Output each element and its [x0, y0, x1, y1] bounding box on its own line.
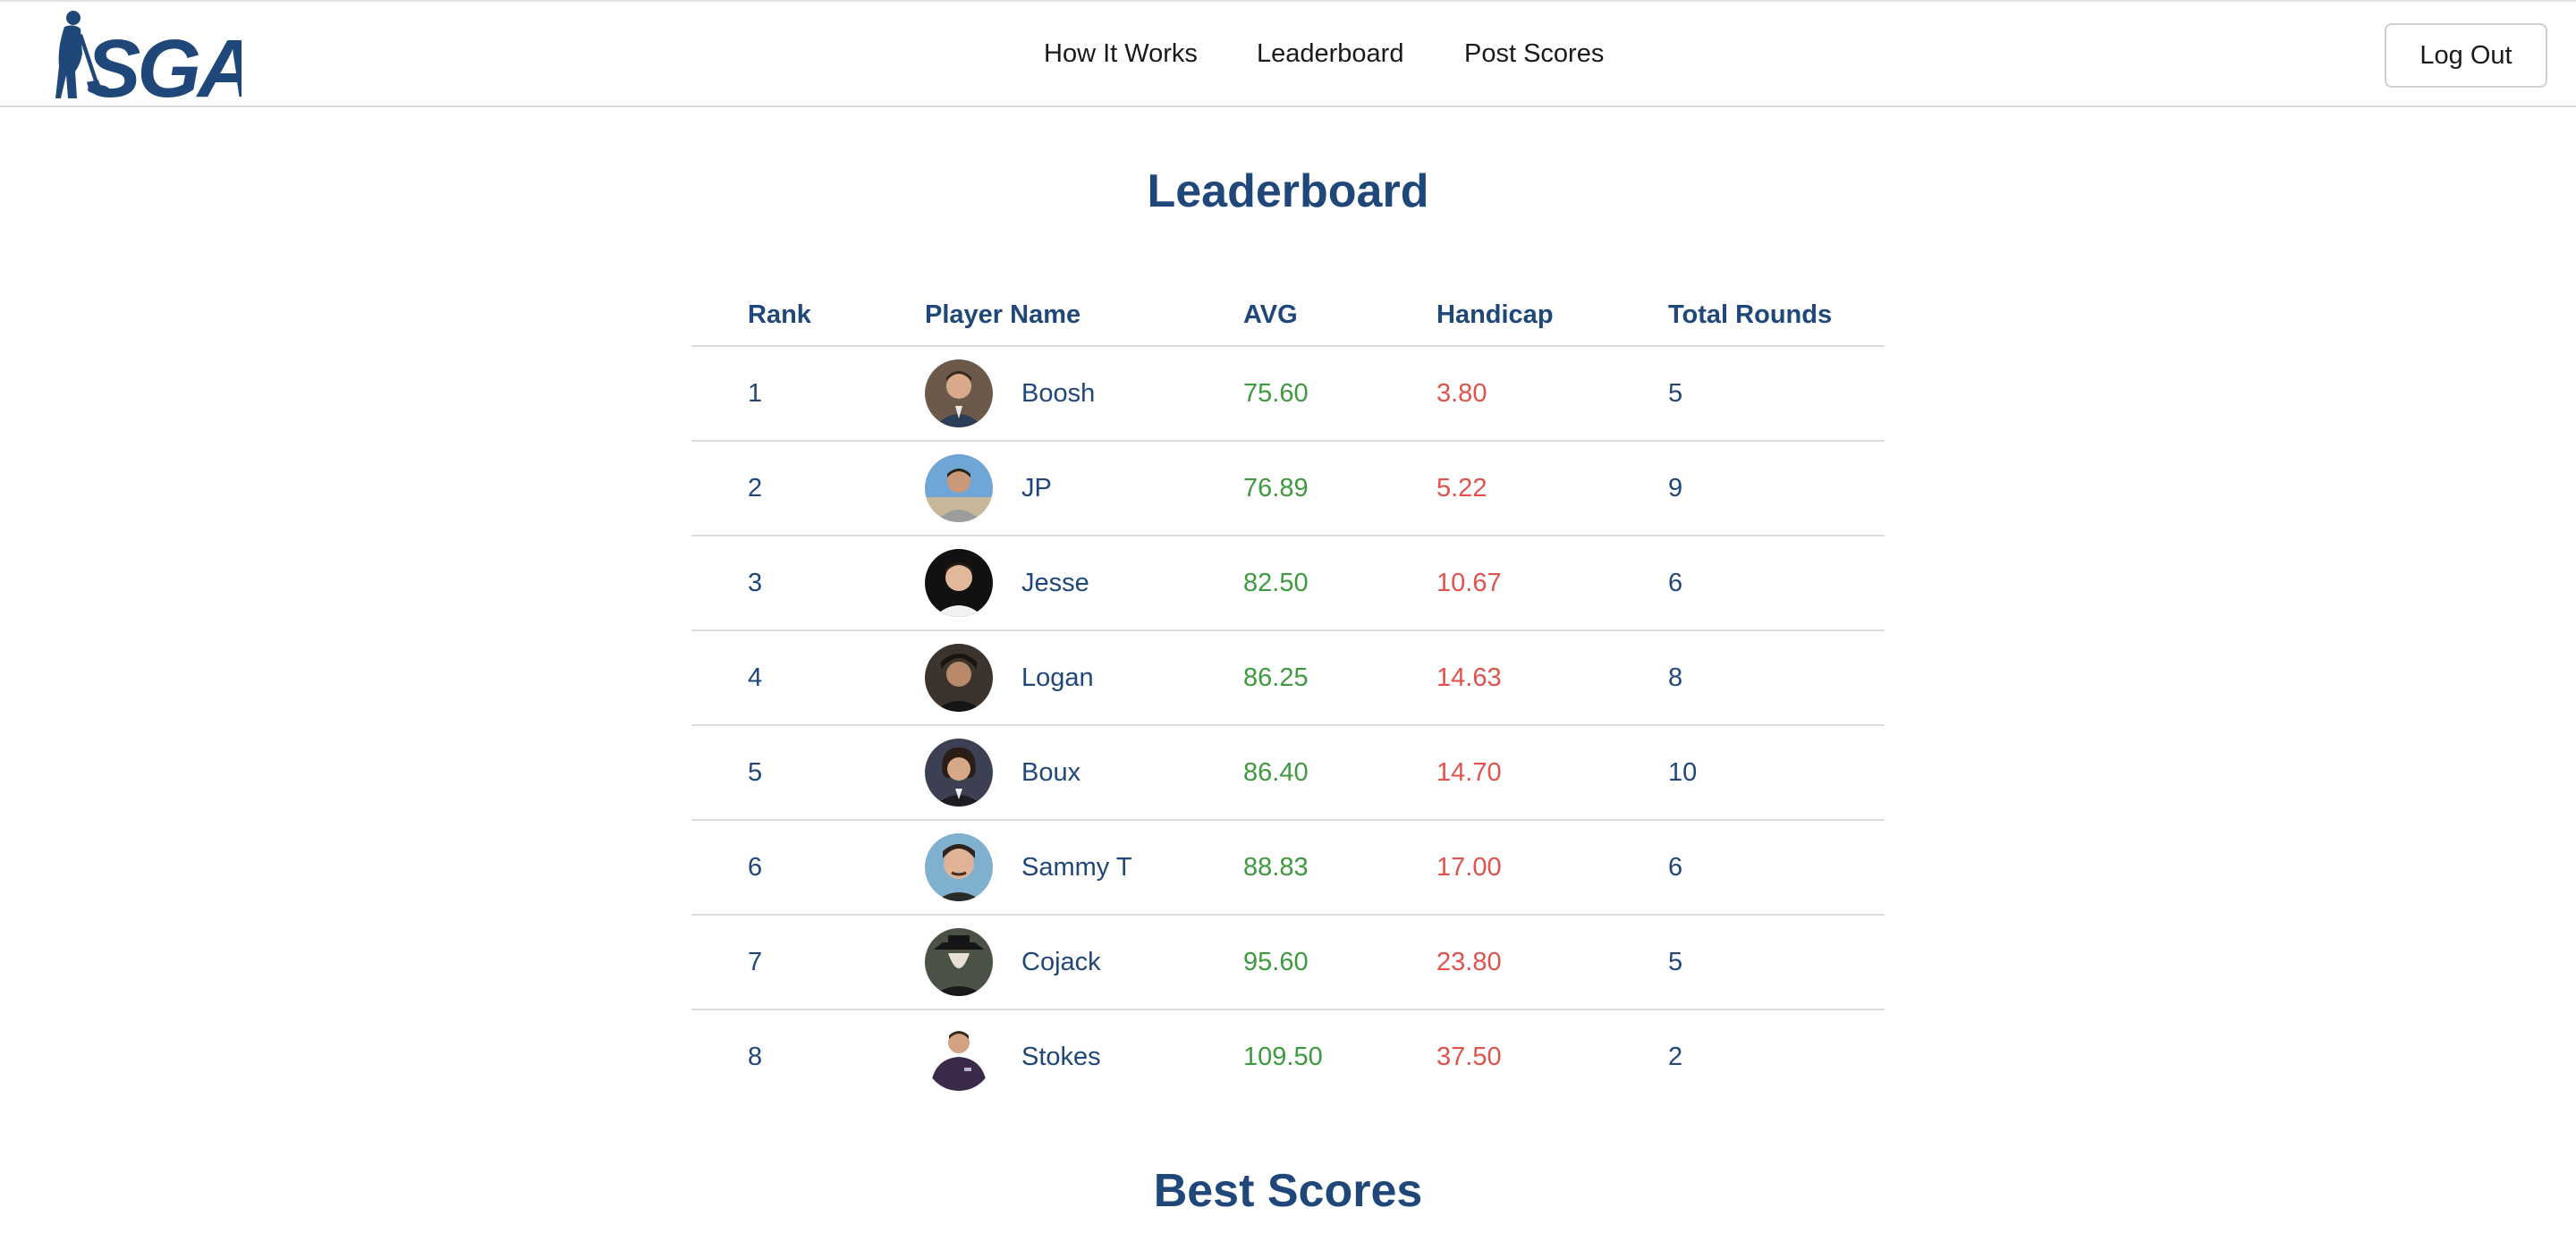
table-row[interactable]: 5 Boux 86.40 14.70 10	[691, 726, 1885, 821]
handicap-cell: 3.80	[1436, 379, 1487, 408]
handicap-cell: 5.22	[1436, 474, 1487, 503]
total-rounds-cell: 10	[1668, 758, 1698, 787]
player-name-cell[interactable]: Boux	[1021, 758, 1080, 788]
column-header-player-name[interactable]: Player Name	[925, 300, 1080, 330]
avatar	[925, 359, 993, 427]
total-rounds-cell: 2	[1668, 1043, 1683, 1071]
avatar	[925, 739, 993, 807]
log-out-button[interactable]: Log Out	[2385, 23, 2547, 88]
avatar	[925, 833, 993, 901]
handicap-cell: 23.80	[1436, 948, 1502, 976]
player-name-cell[interactable]: Sammy T	[1021, 853, 1132, 883]
nav-how-it-works[interactable]: How It Works	[1044, 39, 1198, 69]
table-header: Rank Player Name AVG Handicap Total Roun…	[691, 284, 1885, 347]
svg-text:SGA: SGA	[86, 23, 242, 102]
player-name-cell[interactable]: Stokes	[1021, 1043, 1101, 1072]
avatar	[925, 549, 993, 617]
player-name-cell[interactable]: Cojack	[1021, 948, 1101, 977]
total-rounds-cell: 5	[1668, 379, 1683, 408]
handicap-cell: 10.67	[1436, 569, 1502, 597]
avatar	[925, 928, 993, 996]
avatar	[925, 1023, 993, 1091]
column-header-rank[interactable]: Rank	[748, 300, 811, 330]
rank-cell: 8	[748, 1043, 763, 1071]
table-row[interactable]: 6 Sammy T 88.83 17.00 6	[691, 821, 1885, 916]
handicap-cell: 14.70	[1436, 758, 1502, 787]
rank-cell: 5	[748, 758, 763, 787]
avg-cell: 86.40	[1243, 758, 1309, 787]
sga-logo[interactable]: SGA	[54, 9, 257, 114]
column-header-total-rounds[interactable]: Total Rounds	[1668, 300, 1832, 330]
rank-cell: 4	[748, 663, 763, 692]
table-row[interactable]: 8 Stokes 109.50 37.50 2	[691, 1010, 1885, 1105]
avg-cell: 109.50	[1243, 1043, 1323, 1071]
avatar	[925, 644, 993, 712]
rank-cell: 6	[748, 853, 763, 882]
avg-cell: 86.25	[1243, 663, 1309, 692]
top-navbar: SGA How It Works Leaderboard Post Scores…	[0, 0, 2576, 114]
avg-cell: 88.83	[1243, 853, 1309, 882]
best-scores-title: Best Scores	[1153, 1165, 1423, 1217]
handicap-cell: 14.63	[1436, 663, 1502, 692]
rank-cell: 3	[748, 569, 763, 597]
avg-cell: 82.50	[1243, 569, 1309, 597]
column-header-avg[interactable]: AVG	[1243, 300, 1298, 330]
rank-cell: 2	[748, 474, 763, 503]
table-row[interactable]: 2 JP 76.89 5.22 9	[691, 442, 1885, 536]
avatar	[925, 454, 993, 522]
table-row[interactable]: 7 Cojack 95.60 23.80 5	[691, 916, 1885, 1010]
total-rounds-cell: 5	[1668, 948, 1683, 976]
avg-cell: 76.89	[1243, 474, 1309, 503]
nav-post-scores[interactable]: Post Scores	[1464, 39, 1604, 69]
table-row[interactable]: 4 Logan 86.25 14.63 8	[691, 631, 1885, 726]
leaderboard-table: Rank Player Name AVG Handicap Total Roun…	[691, 284, 1885, 1105]
total-rounds-cell: 6	[1668, 853, 1683, 882]
leaderboard-title: Leaderboard	[1147, 165, 1429, 217]
rank-cell: 7	[748, 948, 763, 976]
total-rounds-cell: 8	[1668, 663, 1683, 692]
handicap-cell: 17.00	[1436, 853, 1502, 882]
player-name-cell[interactable]: Boosh	[1021, 379, 1095, 409]
player-name-cell[interactable]: JP	[1021, 474, 1052, 503]
table-row[interactable]: 3 Jesse 82.50 10.67 6	[691, 536, 1885, 631]
column-header-handicap[interactable]: Handicap	[1436, 300, 1554, 330]
total-rounds-cell: 9	[1668, 474, 1683, 503]
player-name-cell[interactable]: Jesse	[1021, 569, 1089, 598]
avg-cell: 95.60	[1243, 948, 1309, 976]
avg-cell: 75.60	[1243, 379, 1309, 408]
nav-leaderboard[interactable]: Leaderboard	[1257, 39, 1403, 69]
player-name-cell[interactable]: Logan	[1021, 663, 1094, 693]
rank-cell: 1	[748, 379, 763, 408]
handicap-cell: 37.50	[1436, 1043, 1502, 1071]
total-rounds-cell: 6	[1668, 569, 1683, 597]
table-row[interactable]: 1 Boosh 75.60 3.80 5	[691, 347, 1885, 442]
